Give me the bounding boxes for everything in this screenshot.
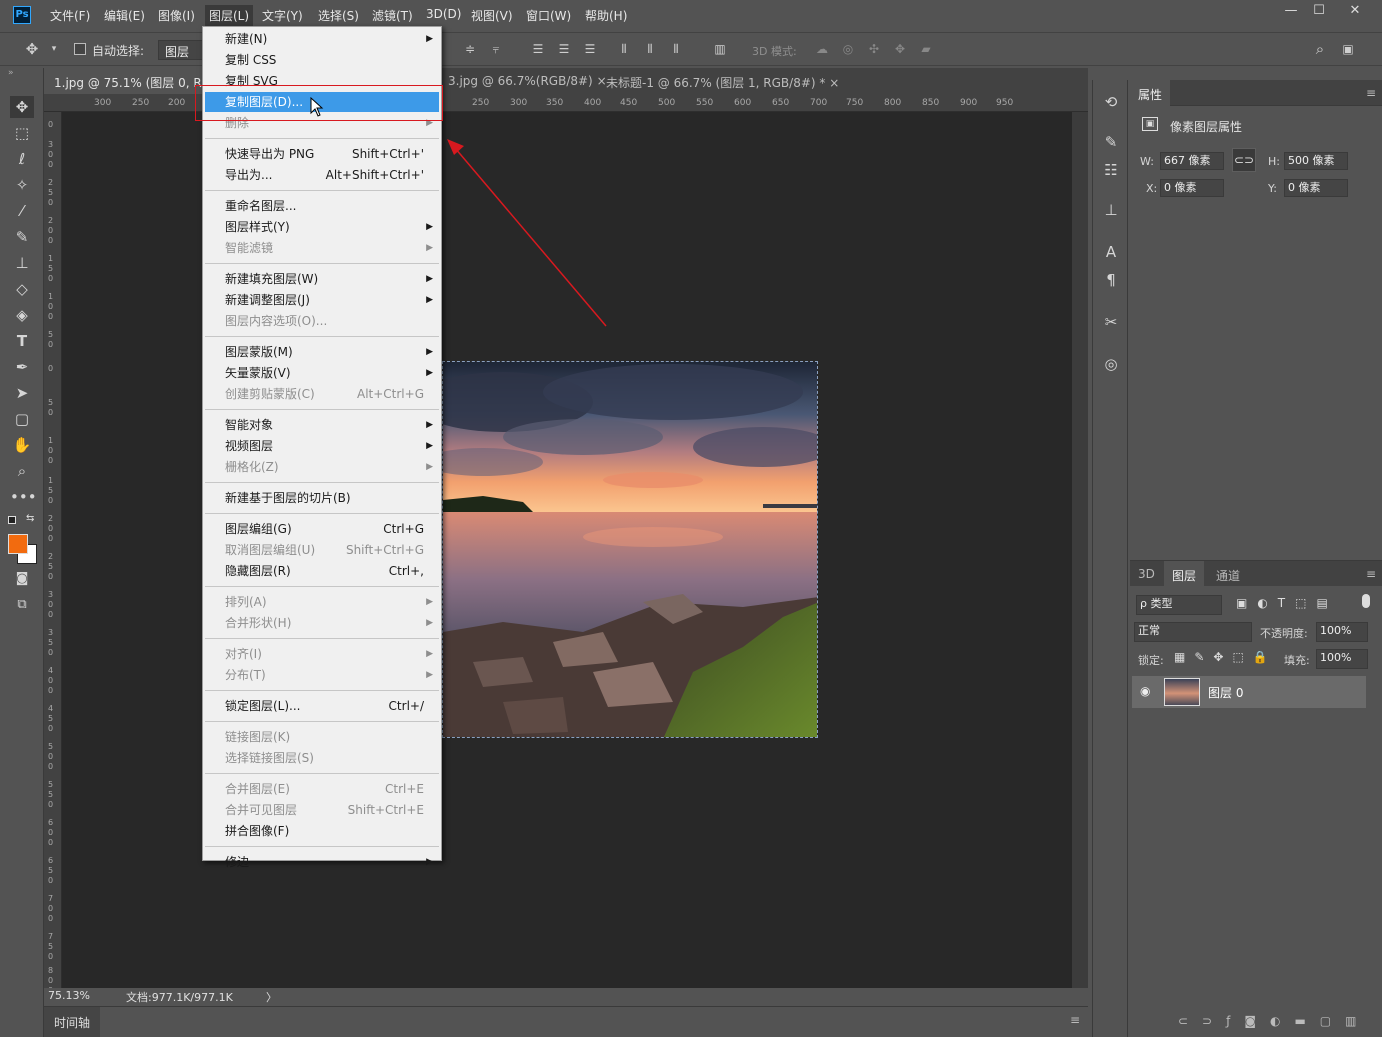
arrow-annotation-icon — [447, 139, 607, 327]
mouse-cursor-icon — [310, 97, 324, 117]
